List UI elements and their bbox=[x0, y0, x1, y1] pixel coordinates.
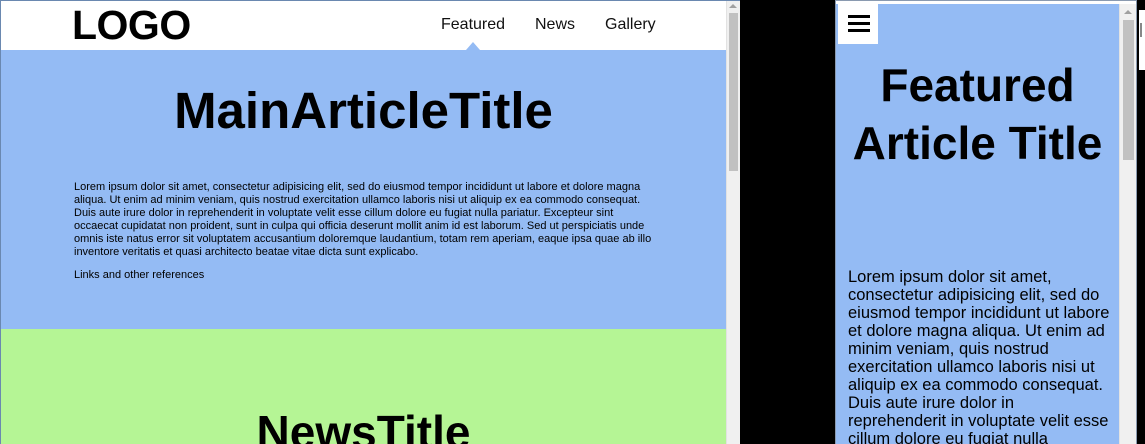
mobile-article-body: Lorem ipsum dolor sit amet, consectetur … bbox=[848, 268, 1110, 444]
scrollbar-thumb[interactable] bbox=[1123, 20, 1134, 160]
links-references[interactable]: Links and other references bbox=[74, 269, 204, 281]
mobile-browser-window: Featured Article Title Lorem ipsum dolor… bbox=[835, 0, 1137, 444]
scrollbar-thumb[interactable] bbox=[729, 13, 738, 171]
mobile-scrollbar[interactable] bbox=[1119, 4, 1136, 444]
active-nav-indicator bbox=[466, 42, 480, 50]
main-article-title: MainArticleTitle bbox=[174, 82, 553, 139]
article-body: Lorem ipsum dolor sit amet, consectetur … bbox=[74, 181, 652, 258]
scroll-up-arrow-icon[interactable] bbox=[1124, 10, 1132, 14]
hamburger-menu-icon[interactable] bbox=[838, 4, 878, 44]
news-section: NewsTitle bbox=[1, 329, 726, 444]
window-edge bbox=[1139, 10, 1145, 70]
scroll-up-arrow-icon[interactable] bbox=[729, 4, 737, 8]
nav-item-news[interactable]: News bbox=[535, 16, 575, 34]
logo[interactable]: LOGO bbox=[72, 3, 191, 47]
nav-item-gallery[interactable]: Gallery bbox=[605, 16, 656, 34]
featured-article-title: Featured Article Title bbox=[852, 59, 1103, 169]
mobile-viewport: Featured Article Title Lorem ipsum dolor… bbox=[836, 4, 1119, 444]
desktop-scrollbar[interactable] bbox=[726, 1, 740, 444]
site-header: LOGO Featured News Gallery bbox=[1, 1, 726, 50]
desktop-browser-window: LOGO Featured News Gallery MainArticleTi… bbox=[0, 0, 740, 444]
news-title: NewsTitle bbox=[256, 406, 471, 444]
desktop-viewport: LOGO Featured News Gallery MainArticleTi… bbox=[1, 1, 726, 444]
nav-item-featured[interactable]: Featured bbox=[441, 16, 505, 34]
featured-section: MainArticleTitle Lorem ipsum dolor sit a… bbox=[1, 50, 726, 329]
